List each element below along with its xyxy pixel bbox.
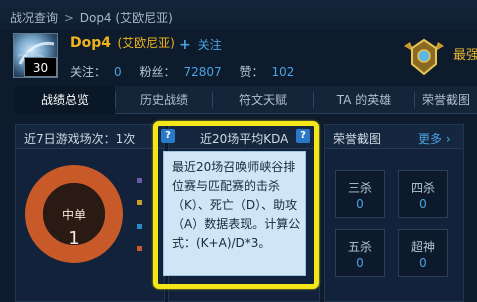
rank-text: 最强 <box>453 48 477 63</box>
stat-fans-value[interactable]: 72807 <box>184 65 222 79</box>
tab-runes[interactable]: 符文天赋 <box>213 86 313 114</box>
stat-fans-label: 粉丝： <box>139 65 176 79</box>
honor-value: 0 <box>356 256 364 270</box>
stat-likes-value: 102 <box>271 65 295 79</box>
games-panel-title: 近7日游戏场次：1次 <box>24 132 136 146</box>
honor-card-penta-kill[interactable]: 五杀 0 <box>335 229 385 277</box>
honor-label: 五杀 <box>347 240 372 254</box>
honor-value: 0 <box>419 256 427 270</box>
tooltip-text: 最近20场召唤师峡谷排位赛与匹配赛的击杀（K）、死亡（D）、助攻（A）数据表现。… <box>172 160 301 250</box>
tab-bar: 战绩总览 历史战绩 符文天赋 TA 的英雄 荣誉截图 <box>15 86 477 114</box>
honor-value: 0 <box>419 197 427 211</box>
follow-button[interactable]: + 关注 <box>179 36 222 53</box>
summoner-name-line: Dop4 (艾欧尼亚) <box>70 34 175 51</box>
legend-dot <box>137 200 142 205</box>
more-link[interactable]: 更多 › <box>418 130 451 147</box>
stat-likes-label: 赞： <box>239 65 264 79</box>
kda-tooltip: 最近20场召唤师峡谷排位赛与匹配赛的击杀（K）、死亡（D）、助攻（A）数据表现。… <box>163 151 306 276</box>
server-name: (艾欧尼亚) <box>117 36 175 50</box>
tab-history[interactable]: 历史战绩 <box>116 86 212 114</box>
honor-value: 0 <box>356 197 364 211</box>
tab-honor[interactable]: 荣誉截图 <box>415 86 477 114</box>
breadcrumb-separator: > <box>63 11 74 25</box>
breadcrumb-root[interactable]: 战况查询 <box>10 11 58 25</box>
summoner-name: Dop4 <box>70 35 112 51</box>
legend-dot <box>137 224 142 229</box>
stat-following-value[interactable]: 0 <box>114 65 122 79</box>
rank-badge-icon <box>404 38 444 76</box>
breadcrumb: 战况查询 > Dop4 (艾欧尼亚) <box>10 9 173 26</box>
games-panel-header: 近7日游戏场次：1次 <box>16 125 164 149</box>
tab-champions[interactable]: TA 的英雄 <box>314 86 414 114</box>
legend-dot <box>137 246 142 251</box>
honor-card-triple-kill[interactable]: 三杀 0 <box>335 170 385 218</box>
summoner-level: 30 <box>24 57 57 77</box>
honor-label: 四杀 <box>410 181 435 195</box>
tab-overview[interactable]: 战绩总览 <box>15 86 115 114</box>
chevron-right-icon: › <box>442 132 451 146</box>
ring-role-label: 中单 <box>61 208 86 222</box>
honor-label: 超神 <box>410 240 435 254</box>
profile-stats: 关注： 0 粉丝： 72807 赞： 102 <box>70 63 308 80</box>
follow-label: 关注 <box>197 38 222 52</box>
honor-panel-title: 荣誉截图 <box>333 132 382 146</box>
top-bar: 战况查询 > Dop4 (艾欧尼亚) <box>0 0 477 30</box>
more-label: 更多 <box>418 132 443 146</box>
honor-card-quadra-kill[interactable]: 四杀 0 <box>398 170 448 218</box>
profile-header: 30 Dop4 (艾欧尼亚) + 关注 关注： 0 粉丝： 72807 赞： 102 … <box>0 30 477 86</box>
breadcrumb-current: Dop4 (艾欧尼亚) <box>79 11 173 25</box>
ring-role-count: 1 <box>68 228 80 249</box>
legend-dot <box>137 178 142 183</box>
honor-card-legendary[interactable]: 超神 0 <box>398 229 448 277</box>
honor-label: 三杀 <box>347 181 372 195</box>
plus-icon: + <box>179 37 191 53</box>
stat-following-label: 关注： <box>70 65 107 79</box>
